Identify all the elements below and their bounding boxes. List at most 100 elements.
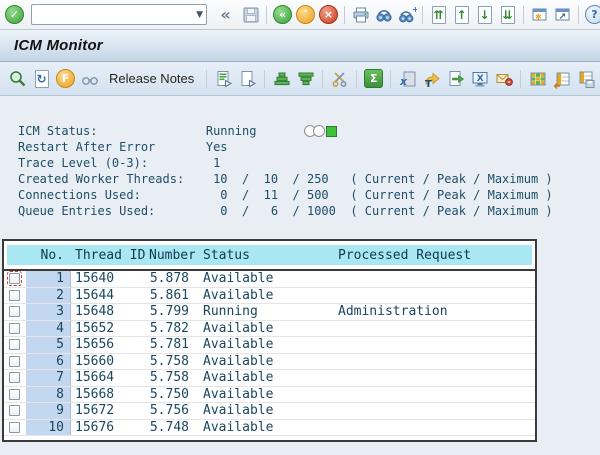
refresh-icon[interactable]: ↻ bbox=[31, 68, 52, 89]
row-select-checkbox[interactable] bbox=[9, 405, 20, 416]
cell-status: Available bbox=[195, 403, 329, 418]
row-select-checkbox[interactable] bbox=[9, 339, 20, 350]
enter-icon[interactable]: ✓ bbox=[4, 4, 25, 25]
status-line: Restart After Error Yes bbox=[18, 139, 600, 155]
command-field-input[interactable] bbox=[31, 4, 207, 25]
cell-status: Available bbox=[195, 354, 329, 369]
print-icon[interactable] bbox=[350, 4, 371, 25]
table-row: 3 15648 5.799 Running Administration bbox=[4, 304, 535, 321]
display-glasses-icon[interactable] bbox=[79, 68, 100, 89]
svg-text:✱: ✱ bbox=[535, 12, 542, 21]
cell-thread-id: 15656 bbox=[71, 337, 149, 352]
table-header-row: No. Thread ID Number Status Processed Re… bbox=[7, 245, 532, 265]
status-panel: ICM Status: Running Restart After Error … bbox=[0, 96, 600, 219]
header-no: No. bbox=[26, 248, 71, 263]
cell-row-number: 2 bbox=[26, 288, 71, 304]
status-line-text: Queue Entries Used: 0 / 6 / 1000 ( Curre… bbox=[18, 204, 553, 218]
separator bbox=[520, 70, 521, 88]
find-next-icon[interactable]: + bbox=[396, 4, 417, 25]
row-select-checkbox[interactable] bbox=[9, 306, 20, 317]
word-processing-icon[interactable]: T bbox=[421, 68, 442, 89]
table-row: 5 15656 5.781 Available bbox=[4, 337, 535, 354]
exit-icon[interactable]: ˄ bbox=[295, 4, 316, 25]
table-row: 8 15668 5.750 Available bbox=[4, 387, 535, 404]
status-line: Queue Entries Used: 0 / 6 / 1000 ( Curre… bbox=[18, 203, 600, 219]
row-select-checkbox[interactable] bbox=[9, 273, 20, 284]
choose-detail-icon[interactable] bbox=[7, 68, 28, 89]
page-down-icon[interactable]: ↓ bbox=[474, 4, 495, 25]
cell-status: Available bbox=[195, 321, 329, 336]
led-gray-icon bbox=[313, 125, 325, 137]
system-toolbar: ✓ ▼ « « ˄ × bbox=[0, 0, 600, 30]
status-line: ICM Status: Running bbox=[18, 123, 600, 139]
checkbox-cell bbox=[4, 304, 26, 320]
checkbox-cell bbox=[4, 321, 26, 337]
scissors-icon[interactable] bbox=[329, 68, 350, 89]
row-select-checkbox[interactable] bbox=[9, 323, 20, 334]
select-layout-icon[interactable] bbox=[527, 68, 548, 89]
sum-icon[interactable]: Σ bbox=[363, 68, 384, 89]
cell-row-number: 7 bbox=[26, 370, 71, 386]
row-select-checkbox[interactable] bbox=[9, 372, 20, 383]
separator bbox=[206, 70, 207, 88]
header-number: Number bbox=[149, 248, 195, 263]
mail-recipient-icon[interactable] bbox=[493, 68, 514, 89]
sort-ascending-icon[interactable] bbox=[271, 68, 292, 89]
first-page-icon[interactable]: ⇈ bbox=[428, 4, 449, 25]
table-header-bar: No. Thread ID Number Status Processed Re… bbox=[7, 245, 532, 265]
last-page-icon[interactable]: ⇊ bbox=[497, 4, 518, 25]
save-icon[interactable] bbox=[240, 4, 261, 25]
cell-status: Running bbox=[195, 304, 329, 319]
cell-row-number: 4 bbox=[26, 321, 71, 337]
cell-row-number: 3 bbox=[26, 304, 71, 320]
collapse-toolbar-icon[interactable]: « bbox=[213, 4, 238, 25]
separator bbox=[578, 6, 579, 24]
separator bbox=[266, 6, 267, 24]
change-layout-icon[interactable] bbox=[551, 68, 572, 89]
header-thread-id: Thread ID bbox=[71, 248, 149, 263]
checkbox-cell bbox=[4, 387, 26, 403]
find-icon[interactable] bbox=[373, 4, 394, 25]
checkbox-cell bbox=[4, 370, 26, 386]
function-f-icon[interactable]: F bbox=[55, 68, 76, 89]
local-file-icon[interactable] bbox=[445, 68, 466, 89]
sort-descending-icon[interactable] bbox=[295, 68, 316, 89]
create-shortcut-icon[interactable]: ↗ bbox=[552, 4, 573, 25]
cell-status: Available bbox=[195, 370, 329, 385]
separator bbox=[356, 70, 357, 88]
new-session-icon[interactable]: ✱ bbox=[529, 4, 550, 25]
cell-number: 5.758 bbox=[149, 370, 195, 385]
cancel-icon[interactable]: × bbox=[318, 4, 339, 25]
checkbox-cell bbox=[4, 403, 26, 419]
cell-number: 5.861 bbox=[149, 288, 195, 303]
cell-number: 5.758 bbox=[149, 354, 195, 369]
checkbox-cell bbox=[4, 271, 26, 287]
display-list-plain-icon[interactable] bbox=[237, 68, 258, 89]
save-layout-icon[interactable] bbox=[575, 68, 596, 89]
table-body: 1 15640 5.878 Available 2 15644 5.861 Av… bbox=[4, 271, 535, 436]
row-select-checkbox[interactable] bbox=[9, 389, 20, 400]
cell-row-number: 9 bbox=[26, 403, 71, 419]
table-row: 10 15676 5.748 Available bbox=[4, 420, 535, 437]
cell-status: Available bbox=[195, 288, 329, 303]
row-select-checkbox[interactable] bbox=[9, 422, 20, 433]
checkbox-cell bbox=[4, 420, 26, 436]
table-row: 4 15652 5.782 Available bbox=[4, 321, 535, 338]
help-icon[interactable]: ? bbox=[584, 4, 600, 25]
export-excel-icon[interactable]: x bbox=[397, 68, 418, 89]
row-select-checkbox[interactable] bbox=[9, 290, 20, 301]
page-up-icon[interactable]: ↑ bbox=[451, 4, 472, 25]
cell-status: Available bbox=[195, 420, 329, 435]
release-notes-button[interactable]: Release Notes bbox=[103, 71, 200, 86]
status-line: Connections Used: 0 / 11 / 500 ( Current… bbox=[18, 187, 600, 203]
back-icon[interactable]: « bbox=[272, 4, 293, 25]
display-list-icons-icon[interactable] bbox=[213, 68, 234, 89]
row-select-checkbox[interactable] bbox=[9, 356, 20, 367]
separator bbox=[322, 70, 323, 88]
status-line: Trace Level (0-3): 1 bbox=[18, 155, 600, 171]
svg-text:x: x bbox=[399, 75, 408, 88]
spreadsheet-icon[interactable]: X bbox=[469, 68, 490, 89]
cell-row-number: 8 bbox=[26, 387, 71, 403]
cell-thread-id: 15648 bbox=[71, 304, 149, 319]
table-row: 1 15640 5.878 Available bbox=[4, 271, 535, 288]
